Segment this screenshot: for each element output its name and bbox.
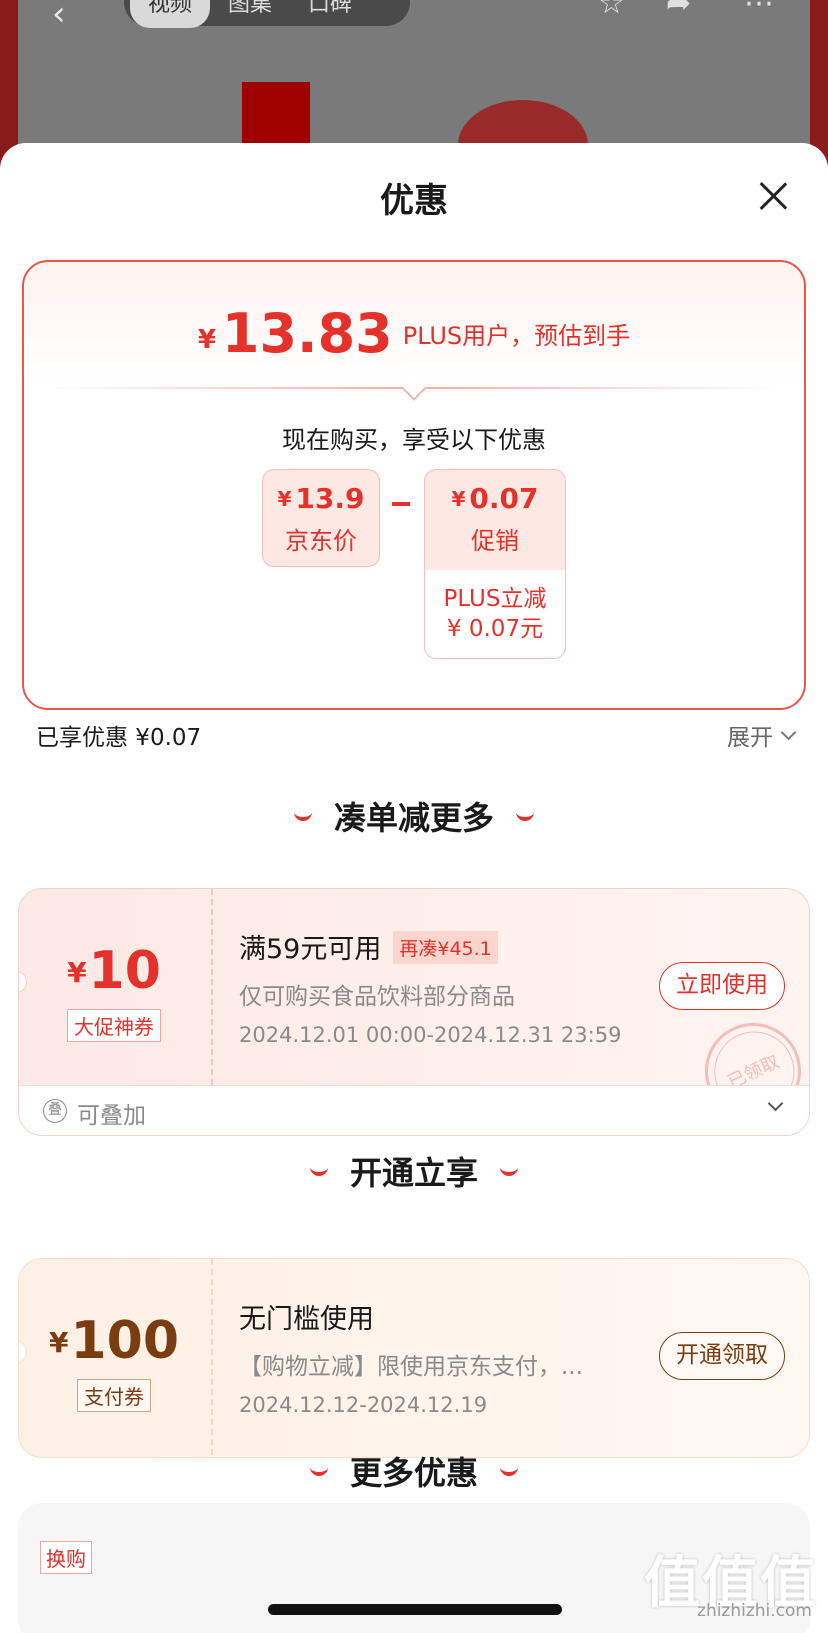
coupon-description: 仅可购买食品饮料部分商品 <box>239 984 515 1010</box>
coupon-card: ¥10 大促神券 满59元可用 再凑¥45.1 仅可购买食品饮料部分商品 2024… <box>18 888 810 1136</box>
jd-price-box: ¥13.9 京东价 <box>262 469 380 567</box>
currency-symbol: ¥ <box>67 956 87 989</box>
divider-arrow <box>401 375 427 401</box>
chevron-down-icon <box>780 724 797 740</box>
price-value: 13.83 <box>221 302 393 365</box>
section-title-text: 更多优惠 <box>349 1454 478 1492</box>
stackable-row[interactable]: 叠 可叠加 <box>19 1085 809 1135</box>
coupon-type-tag: 大促神券 <box>67 1009 161 1042</box>
sheet-title: 优惠 <box>380 181 448 221</box>
plus-discount-value: ¥ 0.07元 <box>446 616 544 642</box>
expand-label: 展开 <box>727 725 773 751</box>
expand-button[interactable]: 展开 <box>727 718 797 752</box>
swap-tag: 换购 <box>40 1541 92 1574</box>
coupon-amount: 10 <box>88 941 161 1001</box>
estimated-price-card: ¥13.83 PLUS用户，预估到手 现在购买，享受以下优惠 ¥13.9 京东价 … <box>22 260 806 710</box>
section-title-text: 开通立享 <box>349 1154 478 1192</box>
stack-icon: 叠 <box>43 1099 67 1123</box>
section-title-more-deals: 凑单减更多 <box>0 793 828 839</box>
coupon-amount-area: ¥10 大促神券 <box>19 889 209 1085</box>
coupon-separator <box>211 889 213 1085</box>
payment-coupon-card: ¥100 支付券 无门槛使用 【购物立减】限使用京东支付，... 2024.12… <box>18 1258 810 1458</box>
coupon-type-tag: 支付券 <box>77 1379 151 1412</box>
discount-sheet: 优惠 ¥13.83 PLUS用户，预估到手 现在购买，享受以下优惠 ¥13.9 京… <box>0 143 828 1633</box>
media-tabs: 视频 图集 口碑 <box>124 0 410 28</box>
coupon-condition: 满59元可用 再凑¥45.1 <box>239 927 498 966</box>
smile-decoration-icon <box>293 811 312 821</box>
promo-label: 促销 <box>471 527 519 555</box>
currency-symbol: ¥ <box>48 1326 69 1359</box>
section-title-membership: 开通立享 <box>0 1148 828 1194</box>
coupon-description: 【购物立减】限使用京东支付，... <box>239 1354 583 1380</box>
buy-caption: 现在购买，享受以下优惠 <box>282 426 546 454</box>
close-icon[interactable] <box>758 181 788 211</box>
stackable-label: 可叠加 <box>77 1103 146 1129</box>
coupon-amount-area: ¥100 支付券 <box>19 1259 209 1455</box>
coupon-date-range: 2024.12.01 00:00-2024.12.31 23:59 <box>239 1023 622 1047</box>
add-more-badge: 再凑¥45.1 <box>393 931 498 964</box>
plus-discount-title: PLUS立减 <box>443 586 547 612</box>
minus-sign <box>392 502 410 506</box>
smile-decoration-icon <box>500 1166 518 1176</box>
watermark-url: zhizhizhi.com <box>697 1601 812 1621</box>
jd-price-value: 13.9 <box>295 482 365 515</box>
coupon-amount: 100 <box>70 1311 180 1371</box>
use-now-button[interactable]: 立即使用 <box>659 962 785 1010</box>
section-title-more-offers: 更多优惠 <box>0 1448 828 1494</box>
activate-claim-button[interactable]: 开通领取 <box>659 1332 785 1380</box>
coupon-condition: 无门槛使用 <box>239 1304 374 1335</box>
smile-decoration-icon <box>500 1466 518 1476</box>
promo-detail: PLUS立减 ¥ 0.07元 <box>425 570 565 658</box>
estimated-price: ¥13.83 PLUS用户，预估到手 <box>24 302 804 365</box>
tab-video[interactable]: 视频 <box>130 0 211 28</box>
chevron-down-icon[interactable] <box>767 1095 784 1112</box>
promo-box: ¥0.07 促销 PLUS立减 ¥ 0.07元 <box>424 469 566 659</box>
smile-decoration-icon <box>309 1166 328 1176</box>
promo-value: 0.07 <box>469 482 539 515</box>
back-icon[interactable]: ‹ <box>52 0 66 34</box>
favorite-icon[interactable]: ☆ <box>598 0 625 21</box>
currency-symbol: ¥ <box>197 325 216 355</box>
coupon-condition-text: 满59元可用 <box>239 934 382 965</box>
tab-reviews[interactable]: 口碑 <box>290 0 370 28</box>
tab-gallery[interactable]: 图集 <box>210 0 290 28</box>
smile-decoration-icon <box>516 811 534 821</box>
enjoyed-discount: 已享优惠 ¥0.07 <box>36 725 202 751</box>
jd-price-label: 京东价 <box>285 527 357 555</box>
more-icon[interactable]: ⋯ <box>744 0 774 21</box>
price-note: PLUS用户，预估到手 <box>402 322 631 350</box>
share-icon[interactable]: ➦ <box>666 0 691 21</box>
section-title-text: 凑单减更多 <box>333 799 494 837</box>
home-indicator <box>268 1604 562 1615</box>
coupon-date-range: 2024.12.12-2024.12.19 <box>239 1393 488 1417</box>
smile-decoration-icon <box>309 1466 328 1476</box>
coupon-separator <box>211 1259 213 1455</box>
